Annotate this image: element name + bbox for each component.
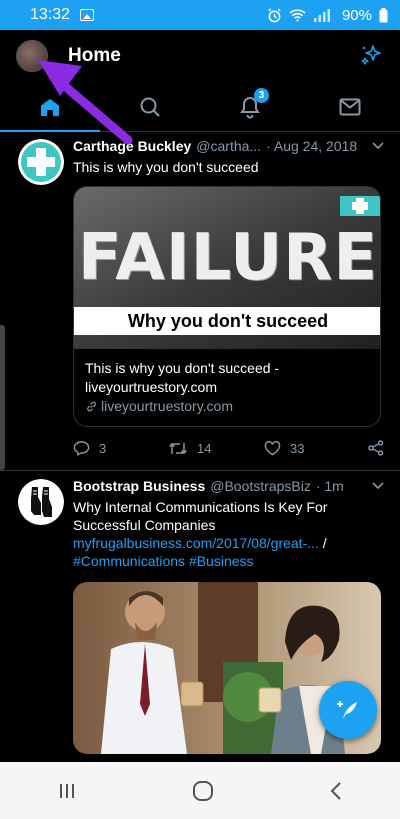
tweet-link-suffix: / (318, 535, 327, 551)
like-button[interactable]: 33 (264, 441, 359, 456)
alarm-icon (268, 7, 281, 22)
battery-icon (379, 7, 388, 22)
notification-badge: 3 (254, 88, 269, 103)
share-icon (368, 440, 384, 456)
bootstrap-logo (18, 479, 64, 525)
status-time: 13:32 (30, 6, 71, 23)
app-header: Home (0, 30, 400, 82)
card-image-caption: Why you don't succeed (127, 311, 329, 331)
signal-icon (313, 9, 330, 22)
tab-notifications[interactable]: 3 (200, 82, 300, 131)
battery-percent: 90% (341, 6, 372, 24)
back-icon[interactable] (329, 781, 343, 801)
card-image-headline: FAILURE (77, 221, 379, 295)
chevron-down-icon[interactable] (372, 479, 384, 493)
link-card[interactable]: FAILURE Why you don't succeed This is wh… (73, 186, 381, 427)
retweet-icon (168, 442, 188, 454)
reply-count: 3 (99, 440, 107, 456)
avatar[interactable] (18, 139, 64, 185)
link-icon (87, 401, 96, 412)
mail-icon (339, 98, 361, 115)
heart-icon (264, 440, 281, 455)
tweet-link[interactable]: myfrugalbusiness.com/2017/08/great-... (73, 535, 319, 551)
search-icon (140, 97, 160, 117)
card-title: This is why you don't succeed - (85, 360, 280, 376)
tweet-author-handle[interactable]: @BootstrapsBiz (210, 478, 311, 494)
tweet-text: Why Internal Communications Is Key For S… (73, 498, 384, 570)
retweet-button[interactable]: 14 (168, 441, 264, 456)
system-nav-bar (0, 762, 400, 819)
page-title: Home (68, 45, 121, 66)
recent-apps-icon[interactable] (57, 782, 77, 800)
tweet-author-handle[interactable]: @cartha... (196, 138, 261, 154)
tab-home[interactable] (0, 82, 100, 132)
sparkle-icon[interactable] (358, 43, 384, 69)
profile-avatar[interactable] (16, 40, 48, 72)
like-count: 33 (290, 440, 305, 456)
tweet-hashtags[interactable]: #Communications #Business (73, 552, 384, 570)
compose-tweet-button[interactable] (319, 681, 377, 739)
tweet-text: This is why you don't succeed (73, 159, 259, 175)
card-image: FAILURE Why you don't succeed (74, 187, 380, 349)
gallery-notification-icon (80, 9, 95, 21)
chevron-down-icon[interactable] (372, 139, 384, 153)
tab-bar: 3 (0, 82, 400, 132)
reply-button[interactable]: 3 (73, 440, 168, 456)
home-button-icon[interactable] (192, 780, 214, 802)
retweet-count: 14 (197, 440, 212, 456)
tab-messages[interactable] (300, 82, 400, 131)
tweet-date: · 1m (315, 478, 344, 494)
tweet-author-name[interactable]: Carthage Buckley (73, 138, 191, 154)
card-title-domain: liveyourtruestory.com (85, 379, 218, 395)
share-button[interactable] (368, 440, 384, 456)
wifi-icon (289, 9, 306, 22)
tweet-text-line: Successful Companies (73, 517, 216, 533)
tab-search[interactable] (100, 82, 200, 131)
tweet-actions: 3 14 33 (73, 436, 384, 460)
reply-icon (73, 441, 90, 456)
tweet[interactable]: Carthage Buckley @cartha... · Aug 24, 20… (0, 135, 400, 460)
tweet-date: · Aug 24, 2018 (266, 138, 358, 154)
tweet-author-name[interactable]: Bootstrap Business (73, 478, 205, 494)
status-bar: 13:32 90% (0, 0, 400, 30)
card-domain: liveyourtruestory.com (101, 398, 234, 414)
home-icon (41, 98, 59, 116)
avatar[interactable] (18, 479, 64, 525)
health-cross-logo (18, 139, 64, 185)
feather-plus-icon (337, 701, 357, 719)
scroll-handle[interactable] (0, 325, 5, 470)
tweet-text-line: Why Internal Communications Is Key For (73, 499, 328, 515)
